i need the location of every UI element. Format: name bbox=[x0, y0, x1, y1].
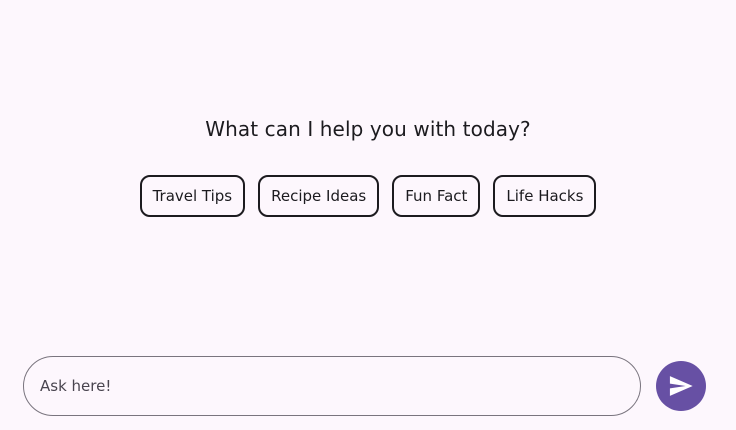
page-title: What can I help you with today? bbox=[205, 117, 531, 141]
send-button[interactable] bbox=[656, 361, 706, 411]
suggestion-chips: Travel Tips Recipe Ideas Fun Fact Life H… bbox=[0, 175, 736, 217]
send-icon bbox=[669, 376, 693, 396]
suggestion-chip-recipe-ideas[interactable]: Recipe Ideas bbox=[258, 175, 380, 217]
suggestion-chip-travel-tips[interactable]: Travel Tips bbox=[139, 175, 246, 217]
suggestion-chip-fun-fact[interactable]: Fun Fact bbox=[392, 175, 481, 217]
chat-empty-state: What can I help you with today? Travel T… bbox=[0, 0, 736, 340]
suggestion-chip-life-hacks[interactable]: Life Hacks bbox=[493, 175, 597, 217]
message-input[interactable] bbox=[38, 376, 640, 396]
message-composer bbox=[23, 356, 641, 416]
